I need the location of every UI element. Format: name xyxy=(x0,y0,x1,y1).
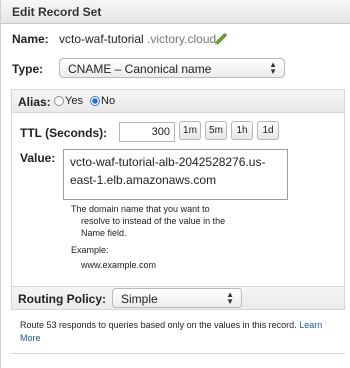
ttl-1d-button[interactable]: 1d xyxy=(257,121,279,140)
edit-record-set-panel: Edit Record Set Name: vcto-waf-tutorial … xyxy=(0,0,350,368)
hosted-zone-suffix: .victory.cloud. xyxy=(147,32,220,46)
divider xyxy=(11,353,345,354)
name-row: vcto-waf-tutorial .victory.cloud. xyxy=(59,32,220,46)
ttl-label: TTL (Seconds): xyxy=(20,126,108,140)
value-help-line-3: Name field. xyxy=(81,228,127,238)
ttl-1h-button[interactable]: 1h xyxy=(231,121,253,140)
routing-description-text: Route 53 responds to queries based only … xyxy=(20,320,297,330)
routing-policy-description: Route 53 responds to queries based only … xyxy=(20,319,338,345)
alias-no-radio[interactable] xyxy=(90,96,100,106)
example-value: www.example.com xyxy=(81,260,157,270)
name-label: Name: xyxy=(12,32,49,46)
alias-yes-label[interactable]: Yes xyxy=(65,95,83,107)
record-name-value: vcto-waf-tutorial xyxy=(59,32,144,46)
ttl-1m-button[interactable]: 1m xyxy=(179,121,201,140)
alias-label: Alias: xyxy=(18,95,51,109)
routing-policy-selected: Simple xyxy=(121,292,158,306)
example-label: Example: xyxy=(71,245,109,255)
alias-bar: Alias: Yes No xyxy=(12,90,344,113)
ttl-5m-button[interactable]: 5m xyxy=(205,121,227,140)
record-type-select[interactable]: CNAME – Canonical name ▲ ▼ xyxy=(59,58,285,78)
record-type-selected: CNAME – Canonical name xyxy=(68,62,212,76)
alias-yes-radio[interactable] xyxy=(54,96,64,106)
value-textarea[interactable]: vcto-waf-tutorial-alb-2042528276.us-east… xyxy=(63,149,288,200)
select-arrows-icon: ▲ ▼ xyxy=(226,290,234,306)
panel-header: Edit Record Set xyxy=(1,0,350,24)
value-help-line-2: resolve to instead of the value in the xyxy=(81,216,226,226)
ttl-input[interactable]: 300 xyxy=(119,122,175,142)
alias-no-label[interactable]: No xyxy=(101,95,115,107)
pencil-icon[interactable] xyxy=(213,31,229,45)
value-help-line-1: The domain name that you want to xyxy=(71,204,210,214)
routing-policy-select[interactable]: Simple ▲ ▼ xyxy=(112,288,242,308)
routing-policy-label: Routing Policy: xyxy=(18,292,106,306)
value-label: Value: xyxy=(20,151,56,165)
type-label: Type: xyxy=(12,62,44,76)
panel-title: Edit Record Set xyxy=(12,5,102,19)
select-arrows-icon: ▲ ▼ xyxy=(269,60,277,76)
routing-policy-bar: Routing Policy: Simple ▲ ▼ xyxy=(11,286,345,310)
